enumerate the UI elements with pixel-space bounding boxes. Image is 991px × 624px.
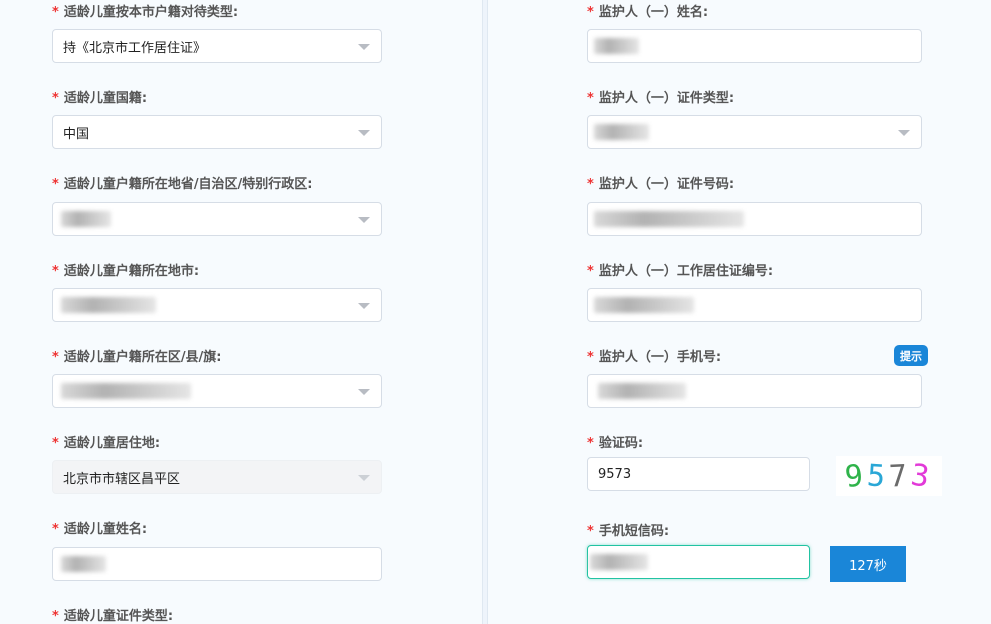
child-name-label: * 适龄儿童姓名: <box>52 522 148 537</box>
redacted-value <box>594 297 694 313</box>
chevron-down-icon <box>358 475 370 481</box>
captcha-input[interactable]: 9573 <box>587 457 810 491</box>
sms-code-label: * 手机短信码: <box>587 524 670 539</box>
child-id-type-label: * 适龄儿童证件类型: <box>52 609 174 624</box>
guardian-work-permit-label: * 监护人（一）工作居住证编号: <box>587 264 774 279</box>
child-nationality-select[interactable]: 中国 <box>52 115 382 149</box>
chevron-down-icon <box>358 44 370 50</box>
child-district-select[interactable] <box>52 374 382 408</box>
guardian-phone-input[interactable] <box>587 374 922 408</box>
redacted-value <box>594 124 649 140</box>
child-residence-label: * 适龄儿童居住地: <box>52 436 161 451</box>
child-city-label: * 适龄儿童户籍所在地市: <box>52 264 200 279</box>
child-province-select[interactable] <box>52 202 382 236</box>
redacted-value <box>594 211 744 227</box>
redacted-value <box>594 38 639 54</box>
guardian-name-input[interactable] <box>587 29 922 63</box>
redacted-value <box>590 554 648 570</box>
guardian-id-number-input[interactable] <box>587 202 922 236</box>
child-province-label: * 适龄儿童户籍所在地省/自治区/特别行政区: <box>52 177 313 192</box>
captcha-digit: 3 <box>908 457 936 495</box>
chevron-down-icon <box>898 130 910 136</box>
captcha-image[interactable]: 9573 <box>836 456 942 496</box>
guardian-id-number-label: * 监护人（一）证件号码: <box>587 177 735 192</box>
captcha-label: * 验证码: <box>587 436 644 451</box>
guardian-id-type-select[interactable] <box>587 115 922 149</box>
sms-countdown-button[interactable]: 127秒 <box>830 546 906 582</box>
child-residence-value: 北京市市辖区昌平区 <box>63 471 181 487</box>
guardian-phone-label: * 监护人（一）手机号: <box>587 350 722 365</box>
guardian-work-permit-input[interactable] <box>587 288 922 322</box>
captcha-digit: 5 <box>865 457 891 495</box>
child-nationality-label: * 适龄儿童国籍: <box>52 91 148 106</box>
child-city-select[interactable] <box>52 288 382 322</box>
child-household-type-label: * 适龄儿童按本市户籍对待类型: <box>52 5 239 20</box>
guardian-name-label: * 监护人（一）姓名: <box>587 5 709 20</box>
redacted-value <box>598 383 686 399</box>
sms-code-input[interactable] <box>587 545 810 579</box>
chevron-down-icon <box>358 217 370 223</box>
redacted-value <box>61 383 191 399</box>
tip-button[interactable]: 提示 <box>894 345 928 366</box>
redacted-value <box>61 297 156 313</box>
chevron-down-icon <box>358 130 370 136</box>
child-residence-select: 北京市市辖区昌平区 <box>52 460 382 494</box>
child-name-input[interactable] <box>52 547 382 581</box>
child-nationality-value: 中国 <box>63 126 90 142</box>
captcha-input-value: 9573 <box>598 466 632 482</box>
guardian-id-type-label: * 监护人（一）证件类型: <box>587 91 735 106</box>
chevron-down-icon <box>358 303 370 309</box>
captcha-digit: 9 <box>843 457 869 495</box>
child-household-type-value: 持《北京市工作居住证》 <box>63 40 207 56</box>
child-district-label: * 适龄儿童户籍所在区/县/旗: <box>52 350 222 365</box>
child-household-type-select[interactable]: 持《北京市工作居住证》 <box>52 29 382 63</box>
redacted-value <box>61 556 106 572</box>
redacted-value <box>61 211 111 227</box>
chevron-down-icon <box>358 389 370 395</box>
